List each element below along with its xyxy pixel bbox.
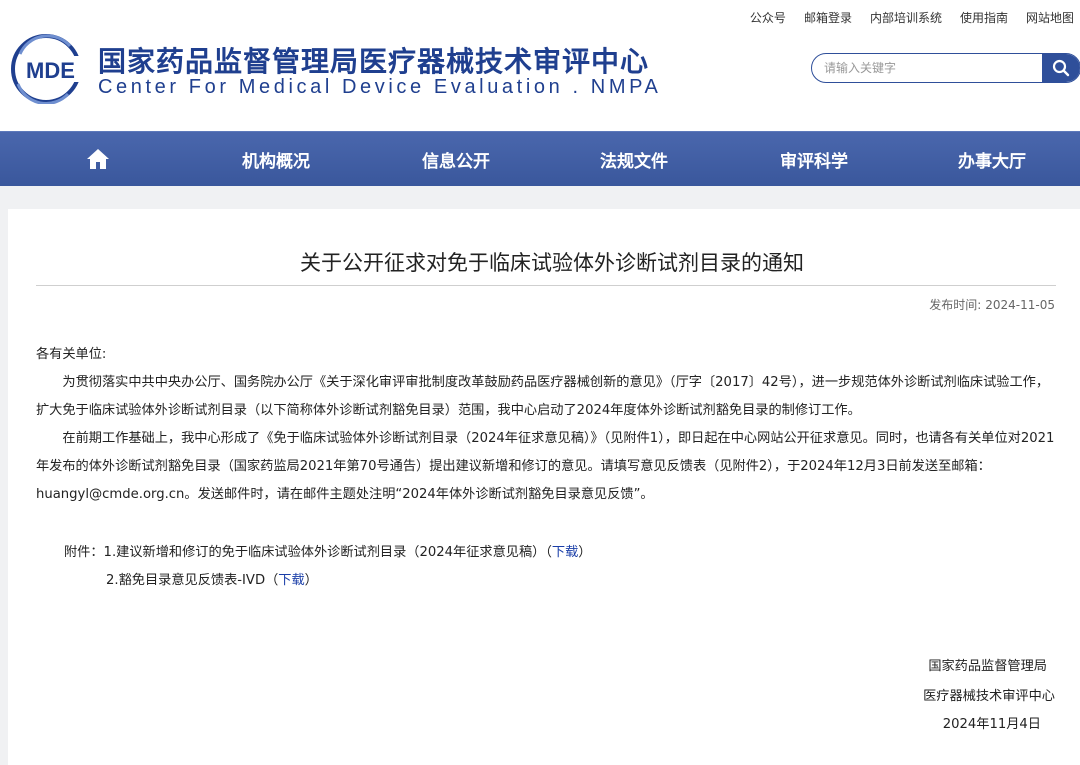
signature-date: 2024年11月4日 bbox=[942, 717, 1041, 732]
home-icon bbox=[87, 149, 109, 169]
nav-item-service-hall[interactable]: 办事大厅 bbox=[922, 132, 1062, 186]
article-title: 关于公开征求对免于临床试验体外诊断试剂目录的通知 bbox=[300, 251, 804, 275]
top-links: 公众号 邮箱登录 内部培训系统 使用指南 网站地图 bbox=[750, 9, 1074, 26]
site-title-cn: 国家药品监督管理局医疗器械技术审评中心 bbox=[98, 45, 650, 78]
mde-logo[interactable]: MDE bbox=[10, 34, 92, 104]
attachment-2-download-link[interactable]: 下载 bbox=[278, 573, 304, 588]
publish-date-label: 发布时间: bbox=[929, 298, 982, 312]
search-icon bbox=[1052, 59, 1070, 77]
main-nav: 机构概况 信息公开 法规文件 审评科学 办事大厅 bbox=[0, 131, 1080, 186]
top-link-mail-login[interactable]: 邮箱登录 bbox=[804, 9, 852, 26]
search-button[interactable] bbox=[1042, 54, 1080, 82]
site-header: 公众号 邮箱登录 内部培训系统 使用指南 网站地图 MDE 国家药品监督管理局医… bbox=[0, 0, 1080, 131]
nav-item-review-science[interactable]: 审评科学 bbox=[744, 132, 884, 186]
attachment-1-suffix: ） bbox=[578, 545, 592, 560]
nav-item-info-disclosure[interactable]: 信息公开 bbox=[386, 132, 526, 186]
paragraph-1: 为贯彻落实中共中央办公厅、国务院办公厅《关于深化审评审批制度改革鼓励药品医疗器械… bbox=[36, 375, 1050, 418]
search-input[interactable] bbox=[824, 54, 1034, 82]
top-link-training-system[interactable]: 内部培训系统 bbox=[870, 9, 942, 26]
attachment-2-text: 2.豁免目录意见反馈表-IVD（ bbox=[106, 573, 279, 588]
top-link-guide[interactable]: 使用指南 bbox=[960, 9, 1008, 26]
attachment-1-download-link[interactable]: 下载 bbox=[552, 545, 578, 560]
attachment-2: 2.豁免目录意见反馈表-IVD（下载） bbox=[106, 567, 318, 595]
salutation: 各有关单位: bbox=[36, 347, 107, 362]
nav-item-about[interactable]: 机构概况 bbox=[206, 132, 346, 186]
attachment-1: 附件：1.建议新增和修订的免于临床试验体外诊断试剂目录（2024年征求意见稿）（… bbox=[64, 539, 591, 567]
paragraph-2: 在前期工作基础上，我中心形成了《免于临床试验体外诊断试剂目录（2024年征求意见… bbox=[36, 431, 1055, 502]
signature-center: 医疗器械技术审评中心 bbox=[923, 689, 1055, 704]
nav-item-regulations[interactable]: 法规文件 bbox=[564, 132, 704, 186]
title-divider bbox=[36, 285, 1056, 286]
publish-date-value: 2024-11-05 bbox=[985, 298, 1055, 312]
logo-text: MDE bbox=[26, 58, 75, 83]
top-link-sitemap[interactable]: 网站地图 bbox=[1026, 9, 1074, 26]
signature-org: 国家药品监督管理局 bbox=[928, 659, 1047, 674]
publish-date: 发布时间: 2024-11-05 bbox=[929, 296, 1055, 313]
article-panel: 关于公开征求对免于临床试验体外诊断试剂目录的通知 发布时间: 2024-11-05… bbox=[8, 209, 1080, 765]
search-box bbox=[811, 53, 1080, 83]
attachment-1-text: 附件：1.建议新增和修订的免于临床试验体外诊断试剂目录（2024年征求意见稿）（ bbox=[64, 545, 552, 560]
site-title-en: Center For Medical Device Evaluation . N… bbox=[98, 76, 662, 98]
attachment-2-suffix: ） bbox=[304, 573, 318, 588]
top-link-wechat[interactable]: 公众号 bbox=[750, 9, 786, 26]
nav-home[interactable] bbox=[58, 132, 138, 186]
